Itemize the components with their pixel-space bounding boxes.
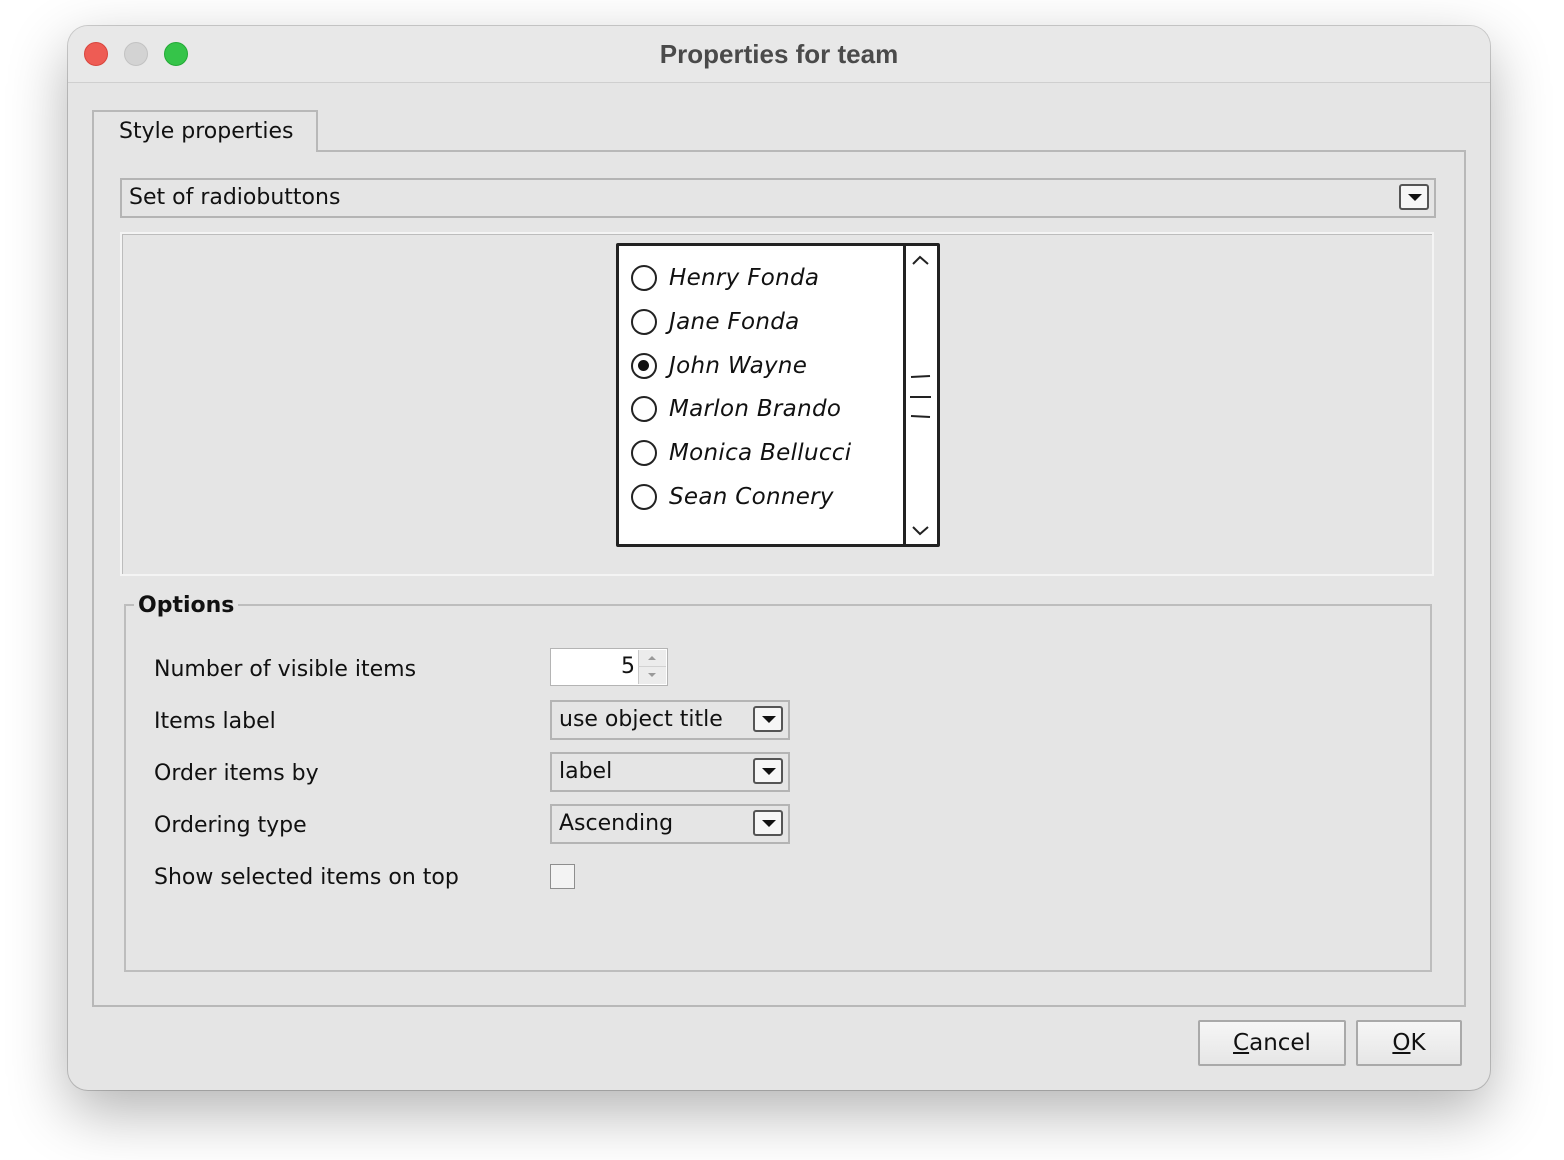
scroll-thumb-line — [910, 415, 931, 418]
cancel-button[interactable]: Cancel — [1198, 1020, 1346, 1066]
show-selected-label: Show selected items on top — [154, 865, 459, 890]
ok-mnemonic: O — [1392, 1030, 1411, 1056]
visible-items-label: Number of visible items — [154, 657, 417, 682]
cancel-label-rest: ancel — [1249, 1030, 1311, 1056]
chevron-down-icon[interactable] — [753, 706, 783, 732]
list-item[interactable]: Marlon Brando — [631, 391, 841, 427]
list-item[interactable]: Jane Fonda — [631, 304, 800, 340]
radio-label: Marlon Brando — [669, 396, 842, 422]
style-type-select[interactable]: Set of radiobuttons — [120, 178, 1436, 218]
tab-style-properties[interactable]: Style properties — [92, 110, 318, 152]
list-item[interactable]: John Wayne — [631, 348, 807, 384]
radio-unchecked-icon[interactable] — [631, 309, 657, 335]
chevron-up-icon — [912, 255, 929, 265]
chevron-down-icon[interactable] — [753, 758, 783, 784]
items-label-value: use object title — [559, 707, 723, 732]
chevron-down-icon — [912, 526, 929, 536]
chevron-down-icon[interactable] — [753, 810, 783, 836]
radio-label: Monica Bellucci — [669, 440, 852, 466]
chevron-down-icon[interactable] — [1399, 184, 1429, 210]
items-label-label: Items label — [154, 709, 276, 734]
radio-unchecked-icon[interactable] — [631, 484, 657, 510]
ordering-type-label: Ordering type — [154, 813, 307, 838]
options-legend: Options — [134, 591, 239, 621]
radio-checked-icon[interactable] — [631, 353, 657, 379]
scrollbar-graphics — [910, 255, 931, 536]
spinner-down-icon[interactable] — [638, 667, 666, 684]
title-bar: Properties for team — [68, 26, 1490, 83]
ok-button[interactable]: OK — [1356, 1020, 1462, 1066]
preview-scrollbar[interactable] — [903, 246, 937, 544]
radio-unchecked-icon[interactable] — [631, 440, 657, 466]
visible-items-value[interactable]: 5 — [621, 649, 635, 685]
radio-label: Sean Connery — [669, 484, 834, 510]
order-by-select[interactable]: label — [550, 752, 790, 792]
radiobutton-preview-list: Henry Fonda Jane Fonda John Wayne Marlon… — [616, 243, 940, 547]
show-selected-checkbox[interactable] — [550, 864, 575, 889]
list-item[interactable]: Sean Connery — [631, 479, 834, 515]
list-item[interactable]: Henry Fonda — [631, 260, 819, 296]
order-by-value: label — [559, 759, 613, 784]
spinner-up-icon[interactable] — [638, 650, 666, 667]
ordering-type-value: Ascending — [559, 811, 674, 836]
ok-label-rest: K — [1410, 1030, 1426, 1056]
list-item[interactable]: Monica Bellucci — [631, 435, 851, 471]
properties-dialog: Properties for team Style properties Set… — [68, 26, 1490, 1090]
window-title: Properties for team — [659, 39, 899, 69]
radio-unchecked-icon[interactable] — [631, 265, 657, 291]
style-type-value: Set of radiobuttons — [129, 185, 341, 210]
scroll-thumb-line — [910, 375, 931, 378]
items-label-select[interactable]: use object title — [550, 700, 790, 740]
radio-label: John Wayne — [669, 353, 808, 379]
visible-items-spinner[interactable]: 5 — [550, 648, 668, 686]
ordering-type-select[interactable]: Ascending — [550, 804, 790, 844]
cancel-mnemonic: C — [1233, 1030, 1250, 1056]
order-by-label: Order items by — [154, 761, 319, 786]
radio-label: Henry Fonda — [669, 265, 820, 291]
radio-unchecked-icon[interactable] — [631, 396, 657, 422]
radio-label: Jane Fonda — [669, 309, 800, 335]
